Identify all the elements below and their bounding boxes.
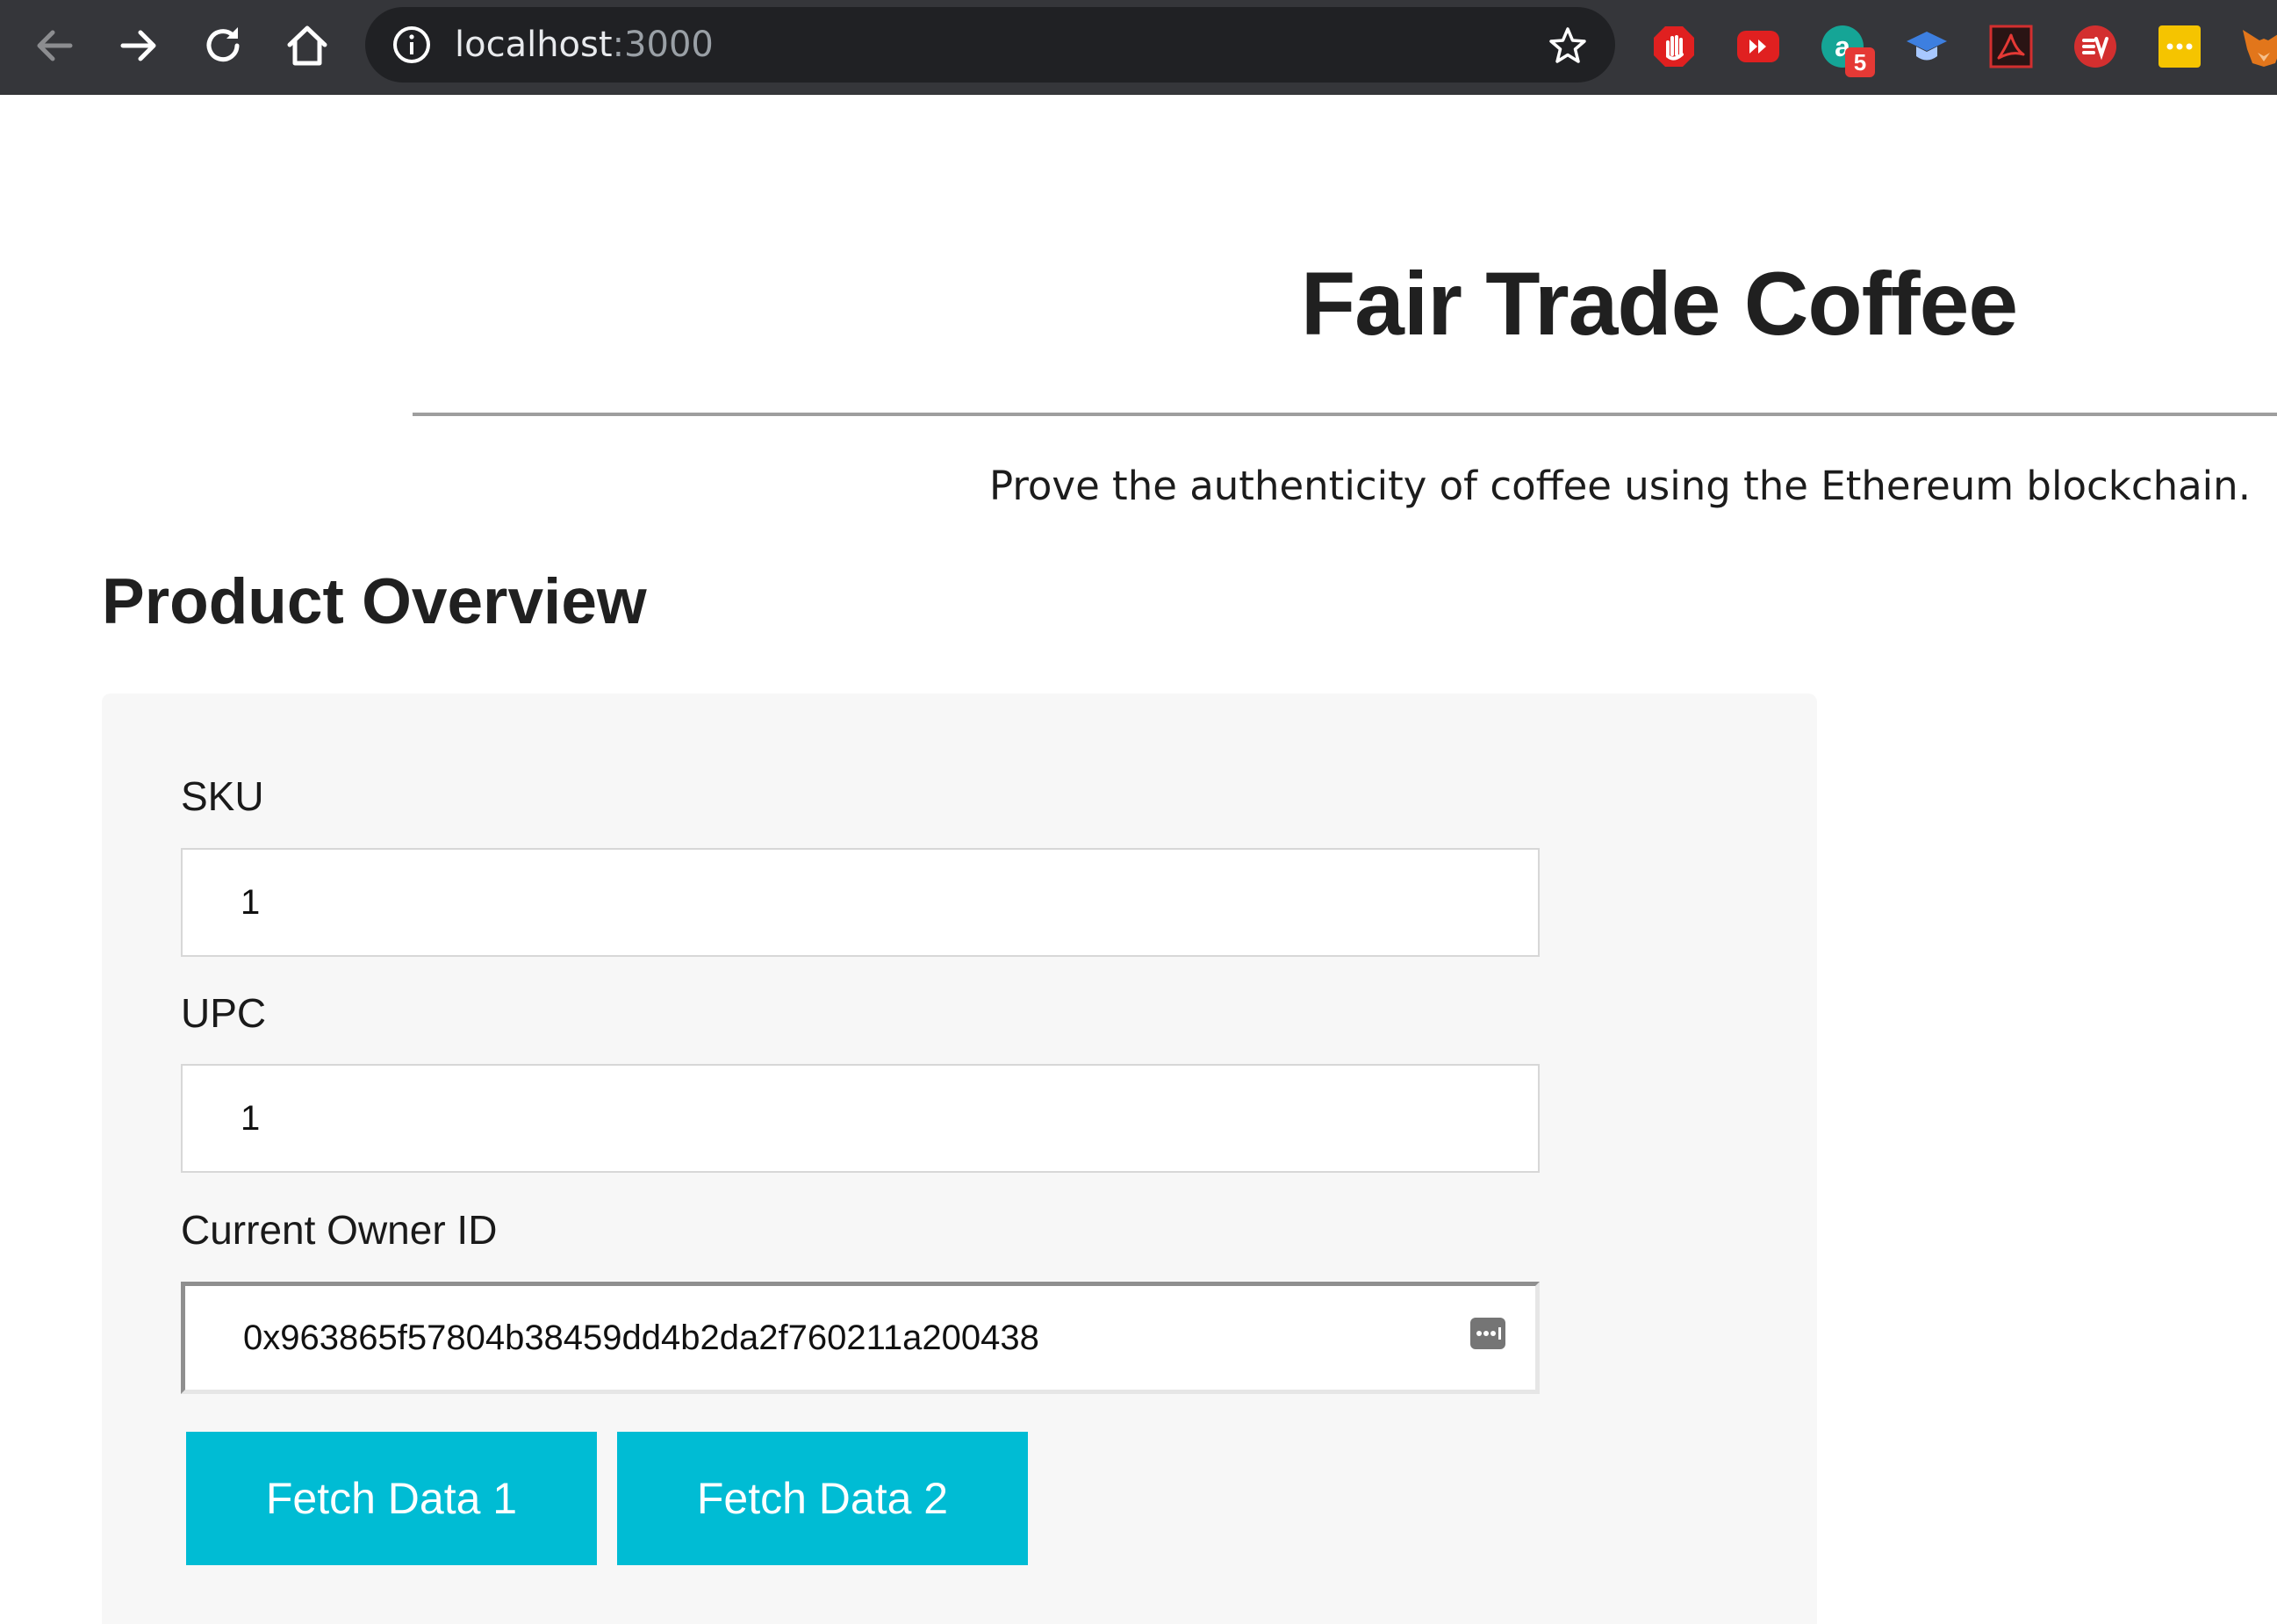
video-extension-icon[interactable]	[1735, 23, 1782, 70]
back-button[interactable]	[28, 19, 81, 72]
sku-label: SKU	[181, 773, 264, 819]
vpn-extension-icon[interactable]	[2072, 23, 2119, 70]
bookmark-star-icon[interactable]	[1547, 25, 1589, 67]
back-arrow-icon	[37, 30, 73, 61]
browser-toolbar: localhost:3000 a 5	[0, 0, 2277, 95]
upc-label: UPC	[181, 990, 267, 1036]
grammar-extension-icon[interactable]: a 5	[1819, 23, 1875, 77]
sku-input[interactable]	[181, 848, 1540, 957]
owner-id-label: Current Owner ID	[181, 1207, 498, 1253]
extension-badge-count: 5	[1845, 47, 1875, 77]
adblock-extension-icon[interactable]	[1650, 23, 1698, 70]
forward-arrow-icon	[120, 30, 156, 61]
graduation-cap-extension-icon[interactable]	[1903, 23, 1950, 70]
owner-id-input[interactable]	[181, 1282, 1540, 1394]
url-port: :3000	[612, 25, 714, 65]
title-divider	[413, 413, 2277, 416]
url-text[interactable]: localhost:3000	[455, 7, 714, 83]
url-host: localhost	[455, 25, 613, 65]
reload-button[interactable]	[197, 19, 249, 72]
site-info-icon[interactable]	[391, 25, 432, 65]
fetch-data-1-button[interactable]: Fetch Data 1	[186, 1432, 597, 1565]
home-icon	[287, 25, 327, 66]
upc-input[interactable]	[181, 1064, 1540, 1173]
password-manager-field-icon[interactable]	[1469, 1316, 1506, 1351]
reload-icon	[206, 27, 240, 62]
forward-button[interactable]	[112, 19, 165, 72]
home-button[interactable]	[281, 19, 334, 72]
page-subtitle: Prove the authenticity of coffee using t…	[989, 463, 2251, 509]
password-manager-extension-icon[interactable]	[2156, 23, 2203, 70]
address-bar[interactable]: localhost:3000	[365, 7, 1615, 83]
page-title: Fair Trade Coffee	[1300, 254, 2018, 354]
fetch-data-2-button[interactable]: Fetch Data 2	[617, 1432, 1028, 1565]
pdf-extension-icon[interactable]	[1987, 23, 2035, 70]
section-title-product-overview: Product Overview	[102, 566, 647, 637]
metamask-fox-extension-icon[interactable]	[2240, 23, 2277, 70]
